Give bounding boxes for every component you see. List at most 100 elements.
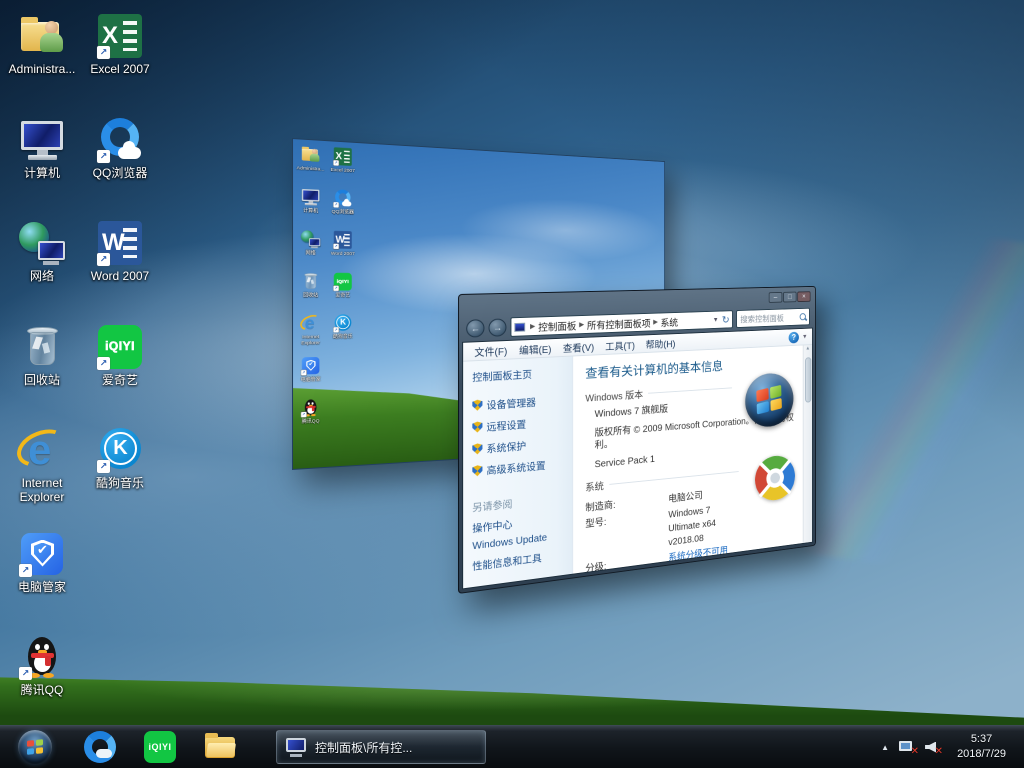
excel-icon: X↗ [333,146,353,166]
menu-item[interactable]: 查看(V) [558,337,599,357]
sidebar-task-label: 系统保护 [486,438,526,456]
help-icon[interactable]: ? [789,331,799,343]
breadcrumb-separator-icon: ▶ [579,321,584,329]
administrator-icon [301,144,321,165]
desktop-icon-word[interactable]: W↗Word 2007 [82,219,158,284]
desktop-icon-recycle[interactable]: 回收站 [4,323,80,388]
desktop-icon-iqiyi[interactable]: iQIYI↗ 爱奇艺 [82,323,158,388]
desktop-icon-label: 爱奇艺 [82,374,158,388]
system-window-wrap: – □ × ← → ▶控制面板▶所有控制面板项▶系统 ▼ ↻ 搜索控制面板 文件… [458,294,860,594]
see-also-link[interactable]: 操作中心 [472,512,547,535]
show-hidden-icons-arrow[interactable]: ▲ [881,743,889,752]
see-also-link[interactable]: 性能信息和工具 [472,549,547,573]
windows-experience-index-logo [755,454,795,502]
menu-item[interactable]: 工具(T) [601,335,640,355]
help-dropdown-icon[interactable]: ▼ [802,333,807,339]
sidebar-item-control-panel-home[interactable]: 控制面板主页 [472,364,572,384]
desktop-icon-excel[interactable]: X↗ Excel 2007 [82,12,158,77]
control-panel-task-icon [286,738,308,757]
desktop-icon-label: 计算机 [295,207,327,214]
iqiyi-icon: iQIYI↗ [96,323,144,371]
desktop-icon-qq: ↗腾讯QQ [295,397,327,425]
desktop-icon-ie[interactable]: eInternet Explorer [4,426,80,505]
breadcrumb-segment[interactable]: 系统 [661,314,678,328]
breadcrumb-segment[interactable]: 控制面板 [538,318,576,334]
recycle-icon [301,271,321,291]
desktop-icon-label: Excel 2007 [82,63,158,77]
word-icon: W↗ [96,219,144,267]
shortcut-arrow-icon: ↗ [301,370,306,375]
sidebar-task-远程设置[interactable]: 远程设置 [472,413,572,435]
maximize-button[interactable]: □ [783,292,796,303]
close-button[interactable]: × [797,291,810,302]
uac-shield-icon [472,399,482,411]
desktop-icon-label: 酷狗音乐 [327,334,358,340]
shortcut-arrow-icon: ↗ [19,564,32,577]
uac-shield-icon [472,465,482,477]
desktop-icon-grid: Administra... X↗ Excel 2007 计算机 ↗ QQ浏览器网络W↗Wo… [0,0,170,730]
desktop-icon-label: QQ浏览器 [82,167,158,181]
taskbar-task-button[interactable]: 控制面板\所有控... [276,730,486,764]
desktop-icon-administrator[interactable]: Administra... [4,12,80,77]
sidebar-task-系统保护[interactable]: 系统保护 [472,434,572,457]
desktop-icon-ie: eInternet Explorer [295,314,327,346]
breadcrumb-dropdown-icon[interactable]: ▼ [713,317,719,324]
sidebar-task-label: 高级系统设置 [486,457,545,477]
desktop-icon-computer[interactable]: 计算机 [4,116,80,181]
taskbar-explorer-icon[interactable] [204,731,236,763]
desktop-icon-pcmanager[interactable]: ✔↗电脑管家 [4,530,80,595]
shortcut-arrow-icon: ↗ [19,667,32,680]
menu-item[interactable]: 编辑(E) [514,338,556,358]
uac-shield-icon [472,443,482,455]
volume-icon[interactable]: ✕ [925,741,939,754]
menu-item[interactable]: 文件(F) [469,340,512,361]
shortcut-arrow-icon: ↗ [97,253,110,266]
desktop-icon-label: Administra... [4,63,80,77]
start-button[interactable] [18,730,52,764]
system-window[interactable]: – □ × ← → ▶控制面板▶所有控制面板项▶系统 ▼ ↻ 搜索控制面板 文件… [458,286,816,594]
taskbar-clock[interactable]: 5:37 2018/7/29 [949,732,1014,762]
sidebar-task-label: 远程设置 [486,416,526,434]
taskbar-qq-browser-icon[interactable] [84,731,116,763]
search-icon [800,313,806,320]
qqbrowser-icon: ↗ [96,116,144,164]
network-icon[interactable]: ✕ [899,741,915,754]
desktop-icon-network[interactable]: 网络 [4,219,80,284]
see-also-header: 另请参阅 [472,492,547,514]
window-client-area: 文件(F)编辑(E)查看(V)工具(T)帮助(H) ? ▼ 控制面板主页 设备管… [462,328,813,590]
shortcut-arrow-icon: ↗ [97,150,110,163]
breadcrumb-segment[interactable]: 所有控制面板项 [587,315,651,331]
desktop-icon-qq[interactable]: ↗腾讯QQ [4,633,80,698]
back-button[interactable]: ← [466,319,484,338]
excel-icon: X↗ [96,12,144,60]
sidebar-task-label: 设备管理器 [486,394,535,412]
sidebar-task-设备管理器[interactable]: 设备管理器 [472,392,572,413]
menu-item[interactable]: 帮助(H) [641,333,680,352]
shortcut-arrow-icon: ↗ [333,202,338,207]
kugou-icon: K↗ [96,426,144,474]
task-button-label: 控制面板\所有控... [315,739,412,756]
pcmanager-icon: ✔↗ [18,530,66,578]
main-pane: 查看有关计算机的基本信息 Windows 版本 Windows 7 旗舰版 版权… [573,345,812,574]
sidebar-see-also: 另请参阅 操作中心Windows Update性能信息和工具 [472,492,547,579]
desktop-icon-label: 计算机 [4,167,80,181]
see-also-link[interactable]: Windows Update [472,533,547,553]
desktop-icon-label: Internet Explorer [4,477,80,505]
taskbar-iqiyi-icon[interactable]: iQIYI [144,731,176,763]
word-icon: W↗ [333,230,353,250]
sidebar-task-高级系统设置[interactable]: 高级系统设置 [472,455,572,479]
network-icon [18,219,66,267]
scroll-up-arrow[interactable]: ▲ [804,346,813,352]
desktop-icon-qqbrowser[interactable]: ↗ QQ浏览器 [82,116,158,181]
qq-icon: ↗ [301,398,321,418]
search-box[interactable]: 搜索控制面板 [736,308,810,328]
desktop-icon-kugou[interactable]: K↗酷狗音乐 [82,426,158,491]
system-info-rows: 制造商:电脑公司型号:Windows 7 Ultimate x64 v2018.… [585,485,738,573]
vertical-scrollbar[interactable]: ▲ [803,345,812,543]
desktop-icon-label: Excel 2007 [327,167,358,174]
minimize-button[interactable]: – [769,292,783,303]
refresh-icon[interactable]: ↻ [722,313,730,325]
forward-button[interactable]: → [489,318,507,336]
scroll-thumb[interactable] [805,357,811,403]
desktop-icon-computer: 计算机 [295,186,327,214]
